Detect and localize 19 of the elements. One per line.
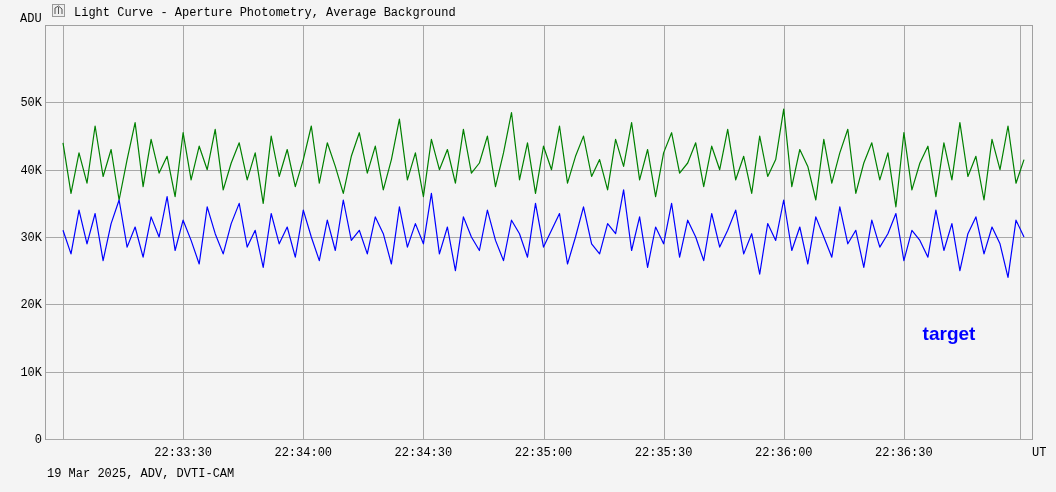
y-tick-label: 20K: [20, 298, 42, 313]
y-tick-label: 10K: [20, 365, 42, 380]
window-title: Light Curve - Aperture Photometry, Average Background: [74, 6, 456, 20]
x-tick-label: 22:36:30: [875, 446, 933, 460]
x-tick-label: 22:35:30: [634, 446, 693, 460]
y-tick-label: 40K: [20, 163, 42, 178]
y-axis-label: ADU: [20, 12, 42, 26]
footer-info: 19 Mar 2025, ADV, DVTI-CAM: [47, 467, 235, 481]
x-axis-label: UT: [1032, 446, 1047, 460]
y-tick-label: 50K: [20, 96, 42, 111]
series-label: target: [922, 323, 976, 344]
x-tick-label: 22:34:30: [394, 446, 453, 460]
y-tick-label: 30K: [20, 231, 42, 246]
x-tick-label: 22:34:00: [274, 446, 333, 460]
x-tick-label: 22:33:30: [154, 446, 212, 460]
x-tick-label: 22:35:00: [514, 446, 573, 460]
x-tick-label: 22:36:00: [754, 446, 813, 460]
chart-icon: [52, 4, 65, 17]
y-tick-label: 0: [34, 433, 42, 447]
